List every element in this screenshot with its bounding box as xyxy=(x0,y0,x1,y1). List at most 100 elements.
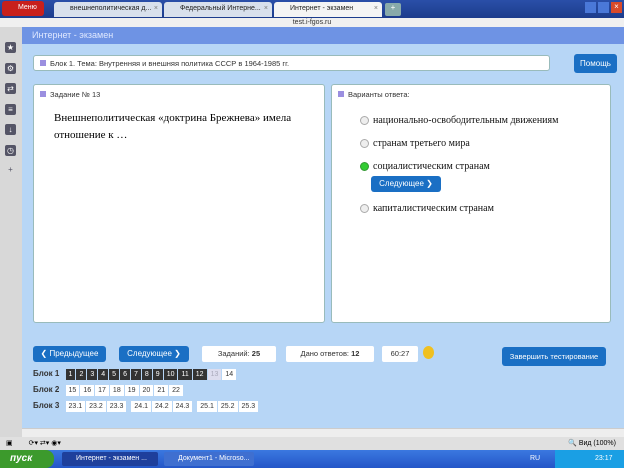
close-icon[interactable]: × xyxy=(374,5,378,12)
radio-button[interactable] xyxy=(360,116,369,126)
zoom-level[interactable]: 🔍 Вид (100%) xyxy=(568,439,616,447)
radio-button[interactable] xyxy=(360,162,369,172)
block-row-3: Блок 3 23.1 23.2 23.3 24.1 24.2 24.3 25.1 25.2 2… xyxy=(33,401,259,412)
task-number-button[interactable]: 7 xyxy=(130,369,141,380)
address-bar[interactable]: test.i-fgos.ru xyxy=(0,18,624,27)
task-number-button[interactable]: 15 xyxy=(65,385,80,396)
task-number-button[interactable]: 24.2 xyxy=(152,401,172,412)
task-number-button[interactable]: 6 xyxy=(120,369,130,380)
answered-label: Дано ответов: xyxy=(300,349,350,358)
previous-button[interactable]: ❮ Предыдущее xyxy=(33,346,106,362)
task-number-button[interactable]: 12 xyxy=(192,369,207,380)
topic-bar: Блок 1. Тема: Внутренняя и внешняя полит… xyxy=(33,55,550,71)
button-label: Следующее xyxy=(379,179,424,188)
tab-label: Интернет - экзамен xyxy=(290,5,354,12)
share-icon[interactable]: ⇄ xyxy=(5,83,16,94)
task-number-button[interactable]: 18 xyxy=(109,385,124,396)
block-label: Блок 2 xyxy=(33,385,60,394)
task-number-button[interactable]: 4 xyxy=(98,369,109,380)
tab-label: Федеральный Интерне... xyxy=(180,5,261,12)
task-panel: Задание № 13 Внешнеполитическая «доктрин… xyxy=(33,84,325,323)
task-label: Задание № 13 xyxy=(40,90,318,99)
panel-toggle-icon[interactable]: ▣ xyxy=(6,440,13,447)
gear-icon[interactable]: ⚙ xyxy=(5,63,16,74)
history-icon[interactable]: ◷ xyxy=(5,145,16,156)
horizontal-scrollbar[interactable] xyxy=(22,428,624,437)
timer: 60:27 xyxy=(382,346,418,362)
browser-menu-button[interactable]: Меню xyxy=(2,1,44,16)
taskbar-item[interactable]: Документ1 - Microso... xyxy=(164,452,254,466)
task-number-button[interactable]: 23.2 xyxy=(86,401,106,412)
task-number-button[interactable]: 10 xyxy=(163,369,178,380)
option-text: национально-освободительным движениям xyxy=(373,115,559,126)
answered-count: Дано ответов: 12 xyxy=(286,346,374,362)
task-number-button[interactable]: 23.1 xyxy=(65,401,86,412)
next-button[interactable]: Следующее ❯ xyxy=(119,346,189,362)
speed-icon[interactable]: ◉▾ xyxy=(51,440,61,447)
language-indicator[interactable]: RU xyxy=(530,455,540,462)
add-icon[interactable]: + xyxy=(5,164,16,175)
task-number-button[interactable]: 16 xyxy=(80,385,95,396)
share-icon[interactable]: ⇄▾ xyxy=(40,440,49,447)
start-button[interactable]: пуск xyxy=(0,450,54,468)
next-inline-button[interactable]: Следующее ❯ xyxy=(371,176,441,192)
radio-button[interactable] xyxy=(360,139,369,149)
alarm-clock-icon xyxy=(423,346,434,359)
marker-icon xyxy=(40,91,46,97)
task-number-button[interactable]: 21 xyxy=(154,385,169,396)
maximize-icon[interactable] xyxy=(598,2,609,13)
task-number-button[interactable]: 5 xyxy=(109,369,120,380)
button-label: Предыдущее xyxy=(49,349,99,358)
bookmarks-icon[interactable]: ★ xyxy=(5,42,16,53)
browser-tab[interactable]: Федеральный Интерне... × xyxy=(164,2,272,17)
task-number-button[interactable]: 23.3 xyxy=(106,401,127,412)
tasks-count: Заданий: 25 xyxy=(202,346,276,362)
taskbar-item[interactable]: Интернет - экзамен ... xyxy=(62,452,158,466)
close-icon[interactable]: × xyxy=(154,5,158,12)
task-number-button[interactable]: 3 xyxy=(87,369,98,380)
task-number-button[interactable]: 22 xyxy=(169,385,183,396)
task-number-button[interactable]: 8 xyxy=(141,369,152,380)
task-number-button[interactable]: 25.2 xyxy=(217,401,238,412)
system-tray: 23:17 xyxy=(555,450,624,468)
task-number-button[interactable]: 24.3 xyxy=(172,401,193,412)
help-button[interactable]: Помощь xyxy=(574,54,617,73)
radio-button[interactable] xyxy=(360,204,369,214)
task-number-button[interactable]: 25.3 xyxy=(238,401,259,412)
answer-option-selected[interactable]: социалистическим странам xyxy=(360,161,490,172)
task-number-button[interactable]: 25.1 xyxy=(197,401,217,412)
download-icon[interactable]: ↓ xyxy=(5,124,16,135)
taskbar: пуск Интернет - экзамен ... Документ1 - … xyxy=(0,450,624,468)
task-number-button[interactable]: 13 xyxy=(207,369,222,380)
task-number-button[interactable]: 24.1 xyxy=(131,401,152,412)
page-header: Интернет - экзамен xyxy=(22,27,624,44)
answer-option[interactable]: капиталистическим странам xyxy=(360,203,494,214)
block-row-1: Блок 1 1 2 3 4 5 6 7 8 9 10 11 12 13 14 xyxy=(33,369,237,380)
browser-tab[interactable]: внешнеполитическая д... × xyxy=(54,2,162,17)
question-text: Внешнеполитическая «доктрина Брежнева» и… xyxy=(54,112,292,141)
task-number-button[interactable]: 9 xyxy=(152,369,163,380)
browser-tab-bar: Меню внешнеполитическая д... × Федеральны… xyxy=(0,0,624,18)
task-number-button[interactable]: 1 xyxy=(65,369,76,380)
task-number-button[interactable]: 17 xyxy=(95,385,109,396)
new-tab-icon[interactable]: + xyxy=(385,3,401,16)
marker-icon xyxy=(338,91,344,97)
task-number-button[interactable]: 11 xyxy=(178,369,192,380)
finish-test-button[interactable]: Завершить тестирование xyxy=(502,347,606,366)
close-icon[interactable]: × xyxy=(264,5,268,12)
task-number-button[interactable]: 2 xyxy=(76,369,87,380)
browser-tab-active[interactable]: Интернет - экзамен × xyxy=(274,2,382,17)
block-label: Блок 3 xyxy=(33,401,60,410)
clock: 23:17 xyxy=(595,455,613,462)
notes-icon[interactable]: ≡ xyxy=(5,104,16,115)
task-number-button[interactable]: 19 xyxy=(124,385,139,396)
task-number-button[interactable]: 20 xyxy=(139,385,154,396)
option-text: капиталистическим странам xyxy=(373,203,494,214)
sync-icon[interactable]: ⟳▾ xyxy=(29,440,38,447)
answer-option[interactable]: национально-освободительным движениям xyxy=(360,115,558,126)
task-number-button[interactable]: 14 xyxy=(222,369,237,380)
close-window-icon[interactable]: × xyxy=(611,2,622,13)
minimize-icon[interactable] xyxy=(585,2,596,13)
answer-option[interactable]: странам третьего мира xyxy=(360,138,470,149)
browser-sidebar: ★ ⚙ ⇄ ≡ ↓ ◷ + xyxy=(0,27,22,437)
